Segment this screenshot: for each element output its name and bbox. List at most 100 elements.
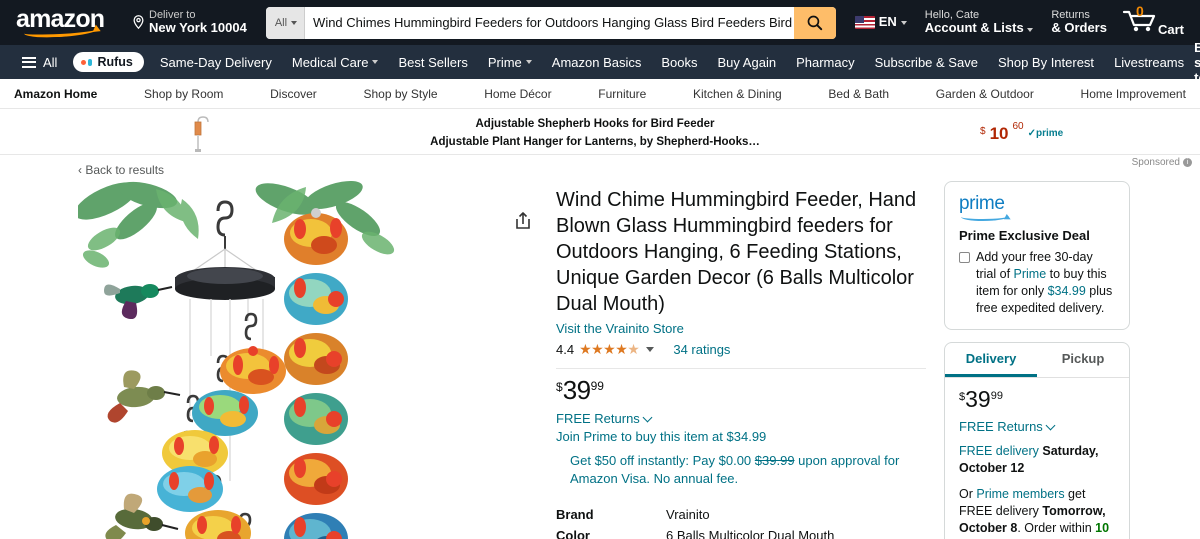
prime-line-pre: Or — [959, 487, 977, 501]
prime-line-post: . Order within — [1017, 521, 1096, 535]
category-shop-by-room[interactable]: Shop by Room — [144, 87, 223, 101]
product-main-image[interactable] — [78, 181, 438, 539]
subnav-promo-link[interactable]: Big deals start tomorrow — [1194, 40, 1200, 85]
free-returns-label: FREE Returns — [556, 411, 640, 426]
prime-exclusive-deal-box: prime Prime Exclusive Deal Add your free… — [944, 181, 1130, 330]
amazon-logo[interactable]: amazon — [16, 6, 120, 40]
language-selector[interactable]: EN — [846, 9, 916, 36]
category-bed-and-bath[interactable]: Bed & Bath — [828, 87, 889, 101]
account-and-lists-button[interactable]: Hello, Cate Account & Lists — [916, 3, 1043, 43]
rating-dropdown-icon[interactable] — [646, 347, 655, 352]
rufus-assistant-button[interactable]: Rufus — [73, 52, 144, 72]
prime-badge-label: prime — [1036, 128, 1064, 139]
subnav-label: Buy Again — [717, 54, 777, 70]
prime-trial-option[interactable]: Add your free 30-day trial of Prime to b… — [959, 249, 1115, 317]
amazon-visa-offer[interactable]: Get $50 off instantly: Pay $0.00 $39.99 … — [556, 452, 926, 488]
subnav-item-amazon-basics[interactable]: Amazon Basics — [542, 48, 652, 77]
subnav-label: Livestreams — [1114, 54, 1185, 70]
share-button[interactable] — [514, 211, 532, 236]
buybox-price-currency: $ — [959, 391, 966, 403]
ad-price: $ 10 60 ✓prime — [980, 121, 1200, 143]
product-title: Wind Chime Hummingbird Feeder, Hand Blow… — [556, 189, 917, 315]
free-returns-link[interactable]: FREE Returns — [556, 411, 926, 426]
buybox-free-returns-link[interactable]: FREE Returns — [959, 419, 1115, 434]
subnav-item-books[interactable]: Books — [651, 48, 707, 77]
subnav-item-same-day-delivery[interactable]: Same-Day Delivery — [150, 48, 282, 77]
all-menu-label: All — [43, 54, 58, 70]
ad-line-2: Adjustable Plant Hanger for Lanterns, by… — [430, 135, 760, 148]
search-submit-button[interactable] — [793, 6, 836, 39]
product-price: $ 39 99 — [556, 377, 926, 403]
tab-pickup[interactable]: Pickup — [1037, 343, 1129, 377]
rufus-label: Rufus — [97, 55, 133, 69]
price-fraction: 99 — [590, 379, 604, 393]
category-home-improvement[interactable]: Home Improvement — [1081, 87, 1186, 101]
ratings-count-link[interactable]: 34 ratings — [673, 342, 730, 357]
prime-members-link[interactable]: Prime members — [976, 487, 1064, 501]
tab-delivery[interactable]: Delivery — [945, 343, 1037, 377]
deliver-to-button[interactable]: Deliver to New York 10004 — [126, 4, 256, 42]
prime-trial-price: $34.99 — [1047, 284, 1086, 298]
table-row: Color 6 Balls Multicolor Dual Mouth — [556, 525, 926, 539]
product-info-column: Wind Chime Hummingbird Feeder, Hand Blow… — [544, 181, 944, 539]
subnav-item-prime[interactable]: Prime — [478, 48, 542, 77]
search-category-dropdown[interactable]: All — [265, 6, 306, 39]
amazon-smile-icon — [23, 23, 99, 38]
subnav-item-medical-care[interactable]: Medical Care — [282, 48, 389, 77]
category-kitchen-and-dining[interactable]: Kitchen & Dining — [693, 87, 782, 101]
category-home-decor[interactable]: Home Décor — [484, 87, 551, 101]
rating-row: 4.4 ★★★★★ 34 ratings — [556, 341, 926, 358]
sponsored-ad-banner[interactable]: Adjustable Shepherb Hooks for Bird Feede… — [0, 109, 1200, 168]
subnav-item-subscribe-and-save[interactable]: Subscribe & Save — [865, 48, 988, 77]
spec-value: Vrainito — [666, 507, 710, 522]
buybox-price-whole: 39 — [965, 386, 991, 412]
category-furniture[interactable]: Furniture — [598, 87, 646, 101]
price-whole: 39 — [562, 375, 591, 405]
ad-price-whole: 10 — [989, 124, 1009, 143]
subnav-item-best-sellers[interactable]: Best Sellers — [388, 48, 477, 77]
category-shop-by-style[interactable]: Shop by Style — [363, 87, 437, 101]
chevron-down-icon — [900, 20, 907, 25]
returns-and-orders-button[interactable]: Returns & Orders — [1042, 3, 1116, 43]
rating-stars-icon[interactable]: ★★★★★ — [579, 341, 640, 358]
prime-link[interactable]: Prime — [1014, 267, 1047, 281]
join-prime-offer-link[interactable]: Join Prime to buy this item at $34.99 — [556, 429, 926, 444]
prime-trial-text: Add your free 30-day trial of Prime to b… — [976, 249, 1115, 317]
prime-delivery-line: Or Prime members get FREE delivery Tomor… — [959, 486, 1115, 539]
subnav-label: Same-Day Delivery — [159, 54, 272, 70]
buybox-price-fraction: 99 — [990, 390, 1003, 402]
subnav-item-shop-by-interest[interactable]: Shop By Interest — [988, 48, 1104, 77]
ad-price-fraction: 60 — [1012, 121, 1024, 132]
prime-logo-text: prime — [959, 193, 1005, 214]
subnav-label: Pharmacy — [796, 54, 855, 70]
subnav-label: Shop By Interest — [997, 54, 1095, 70]
subnav-label: Subscribe & Save — [874, 54, 978, 70]
prime-trial-checkbox[interactable] — [959, 252, 970, 263]
buybox-free-returns-label: FREE Returns — [959, 419, 1043, 434]
chevron-down-icon — [1027, 28, 1034, 33]
cart-button[interactable]: 0 Cart — [1116, 3, 1190, 42]
subnav-item-buy-again[interactable]: Buy Again — [708, 48, 787, 77]
cart-count-badge: 0 — [1135, 3, 1144, 19]
category-garden-and-outdoor[interactable]: Garden & Outdoor — [936, 87, 1034, 101]
product-gallery — [64, 181, 544, 539]
subnav-item-pharmacy[interactable]: Pharmacy — [786, 48, 865, 77]
sponsored-label-group: Sponsored i — [1132, 157, 1192, 168]
spec-label: Brand — [556, 507, 594, 522]
delivery-pickup-tabs: Delivery Pickup — [945, 343, 1129, 378]
buybox-column: prime Prime Exclusive Deal Add your free… — [944, 181, 1130, 539]
category-discover[interactable]: Discover — [270, 87, 317, 101]
info-icon[interactable]: i — [1183, 158, 1192, 167]
store-link[interactable]: Visit the Vrainito Store — [556, 321, 684, 336]
prime-swoosh-icon — [961, 212, 1009, 221]
chevron-down-icon — [642, 412, 653, 422]
category-amazon-home[interactable]: Amazon Home — [14, 87, 97, 101]
all-menu-button[interactable]: All — [12, 48, 67, 77]
top-navigation-bar: amazon Deliver to New York 10004 All Win… — [0, 0, 1200, 45]
us-flag-icon — [854, 16, 875, 29]
back-to-results-link[interactable]: ‹ Back to results — [78, 163, 164, 177]
rating-star-half: ★ — [627, 341, 640, 357]
subnav-item-livestreams[interactable]: Livestreams — [1104, 48, 1194, 77]
search-input[interactable]: Wind Chimes Hummingbird Feeders for Outd… — [305, 7, 794, 39]
visa-offer-pre: Get $50 off instantly: Pay $0.00 — [570, 453, 755, 468]
